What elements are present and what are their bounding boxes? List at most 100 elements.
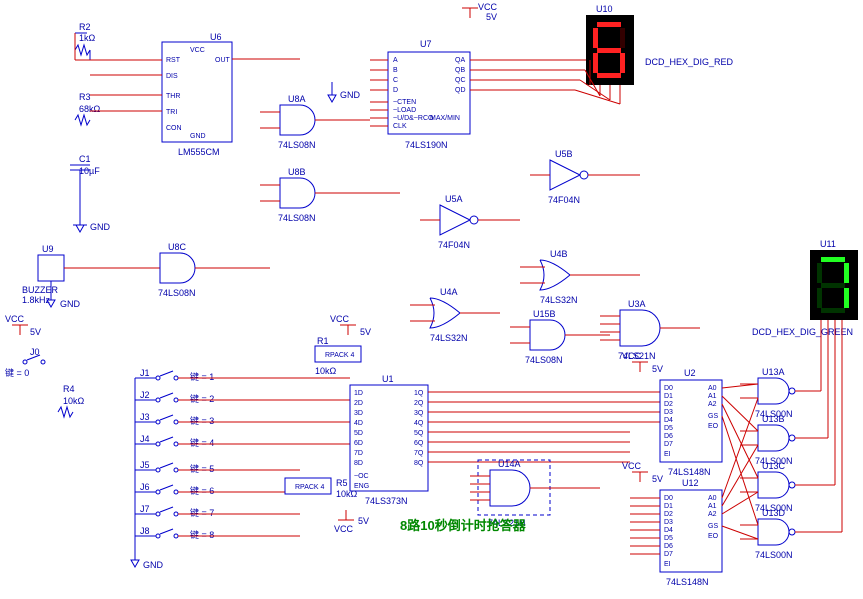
svg-text:J7: J7 bbox=[140, 504, 150, 514]
svg-text:QA: QA bbox=[455, 57, 465, 64]
u10-part: DCD_HEX_DIG_RED bbox=[645, 57, 734, 67]
svg-text:8Q: 8Q bbox=[414, 460, 424, 467]
svg-text:键 = 7: 键 = 7 bbox=[190, 507, 214, 518]
switch-j8: J8 键 = 8 bbox=[140, 526, 214, 540]
r1-val: 10kΩ bbox=[315, 366, 337, 376]
u9-freq: 1.8kHz bbox=[22, 295, 51, 305]
c1-val: 10µF bbox=[79, 166, 100, 176]
svg-text:D0: D0 bbox=[664, 385, 673, 392]
u8c-part: 74LS08N bbox=[158, 288, 196, 298]
svg-text:GS: GS bbox=[708, 523, 718, 530]
svg-text:D2: D2 bbox=[664, 511, 673, 518]
svg-text:D5: D5 bbox=[664, 425, 673, 432]
vcc-mid-value: 5V bbox=[360, 327, 371, 337]
svg-text:A2: A2 bbox=[708, 511, 717, 518]
u13b-gate: U13B 74LS00N bbox=[740, 414, 828, 466]
vcc-left-value: 5V bbox=[30, 327, 41, 337]
gnd-left: GND bbox=[90, 222, 111, 232]
u13a-gate: U13A 74LS00N bbox=[740, 367, 821, 419]
r3-ref: R3 bbox=[79, 92, 91, 102]
svg-text:D: D bbox=[393, 87, 398, 94]
svg-text:键 = 5: 键 = 5 bbox=[190, 463, 214, 474]
switch-j2: J2 键 = 2 bbox=[140, 390, 214, 404]
r4-val: 10kΩ bbox=[63, 396, 85, 406]
svg-text:THR: THR bbox=[166, 93, 180, 100]
svg-text:D5: D5 bbox=[664, 535, 673, 542]
u2-part: 74LS148N bbox=[668, 467, 711, 477]
u10-ref: U10 bbox=[596, 4, 613, 14]
vcc-u2-label: VCC bbox=[622, 351, 642, 361]
svg-text:J4: J4 bbox=[140, 434, 150, 444]
u15b-ref: U15B bbox=[533, 309, 556, 319]
u11-part: DCD_HEX_DIG_GREEN bbox=[752, 327, 853, 337]
r1-ref: R1 bbox=[317, 336, 329, 346]
svg-text:键 = 1: 键 = 1 bbox=[190, 371, 214, 382]
svg-text:A1: A1 bbox=[708, 393, 717, 400]
j0-label: 键 = 0 bbox=[5, 367, 29, 378]
svg-text:4D: 4D bbox=[354, 420, 363, 427]
switch-j7: J7 键 = 7 bbox=[140, 504, 214, 518]
u4a-part: 74LS32N bbox=[430, 333, 468, 343]
u6-ref: U6 bbox=[210, 32, 222, 42]
r2-val: 1kΩ bbox=[79, 33, 96, 43]
svg-text:3D: 3D bbox=[354, 410, 363, 417]
u13c-gate: U13C 74LS00N bbox=[740, 461, 835, 513]
svg-text:键 = 3: 键 = 3 bbox=[190, 415, 214, 426]
switch-j5: J5 键 = 5 bbox=[140, 460, 214, 474]
svg-text:74LS00N: 74LS00N bbox=[755, 550, 793, 560]
svg-text:EI: EI bbox=[664, 561, 671, 568]
u2-ref: U2 bbox=[684, 368, 696, 378]
svg-text:C: C bbox=[393, 77, 398, 84]
r5-pack: RPACK 4 bbox=[295, 484, 325, 491]
gnd-u8a: GND bbox=[340, 90, 361, 100]
svg-text:6Q: 6Q bbox=[414, 440, 424, 447]
vcc-top-label: VCC bbox=[478, 2, 498, 12]
svg-text:A1: A1 bbox=[708, 503, 717, 510]
svg-text:4Q: 4Q bbox=[414, 420, 424, 427]
svg-text:7D: 7D bbox=[354, 450, 363, 457]
svg-text:A0: A0 bbox=[708, 495, 717, 502]
switch-j4: J4 键 = 4 bbox=[140, 434, 214, 448]
u8a-ref: U8A bbox=[288, 94, 306, 104]
svg-text:QD: QD bbox=[455, 87, 466, 94]
r2-ref: R2 bbox=[79, 22, 91, 32]
svg-text:J3: J3 bbox=[140, 412, 150, 422]
svg-text:TRI: TRI bbox=[166, 109, 177, 116]
switch-j3: J3 键 = 3 bbox=[140, 412, 214, 426]
svg-text:U13B: U13B bbox=[762, 414, 785, 424]
svg-text:D7: D7 bbox=[664, 441, 673, 448]
gnd-switches: GND bbox=[143, 560, 164, 570]
gnd-buzzer: GND bbox=[60, 299, 81, 309]
schematic-canvas: VCC 5V R2 1kΩ R3 68kΩ C1 10µF GND U6 LM5… bbox=[0, 0, 863, 597]
u8b-part: 74LS08N bbox=[278, 213, 316, 223]
svg-text:键 = 8: 键 = 8 bbox=[190, 529, 214, 540]
svg-text:键 = 2: 键 = 2 bbox=[190, 393, 214, 404]
u6-part: LM555CM bbox=[178, 147, 220, 157]
svg-text:D7: D7 bbox=[664, 551, 673, 558]
svg-text:OUT: OUT bbox=[215, 57, 231, 64]
svg-text:CON: CON bbox=[166, 125, 182, 132]
u12-ref: U12 bbox=[682, 478, 699, 488]
svg-text:7Q: 7Q bbox=[414, 450, 424, 457]
u8a-part: 74LS08N bbox=[278, 140, 316, 150]
svg-text:键 = 4: 键 = 4 bbox=[190, 437, 214, 448]
svg-text:J2: J2 bbox=[140, 390, 150, 400]
vcc-u12-value: 5V bbox=[652, 474, 663, 484]
r4-ref: R4 bbox=[63, 384, 75, 394]
svg-text:EI: EI bbox=[664, 451, 671, 458]
u9-ref: U9 bbox=[42, 244, 54, 254]
u4a-ref: U4A bbox=[440, 287, 458, 297]
svg-text:EO: EO bbox=[708, 423, 719, 430]
svg-text:J6: J6 bbox=[140, 482, 150, 492]
svg-text:J5: J5 bbox=[140, 460, 150, 470]
u5b-ref: U5B bbox=[555, 149, 573, 159]
svg-text:B: B bbox=[393, 67, 398, 74]
svg-text:~OC: ~OC bbox=[354, 473, 369, 480]
svg-text:QB: QB bbox=[455, 67, 465, 74]
svg-text:D4: D4 bbox=[664, 527, 673, 534]
svg-text:J1: J1 bbox=[140, 368, 150, 378]
svg-text:U13A: U13A bbox=[762, 367, 785, 377]
svg-text:CLK: CLK bbox=[393, 123, 407, 130]
svg-text:~CTEN: ~CTEN bbox=[393, 99, 416, 106]
svg-text:U13C: U13C bbox=[762, 461, 786, 471]
